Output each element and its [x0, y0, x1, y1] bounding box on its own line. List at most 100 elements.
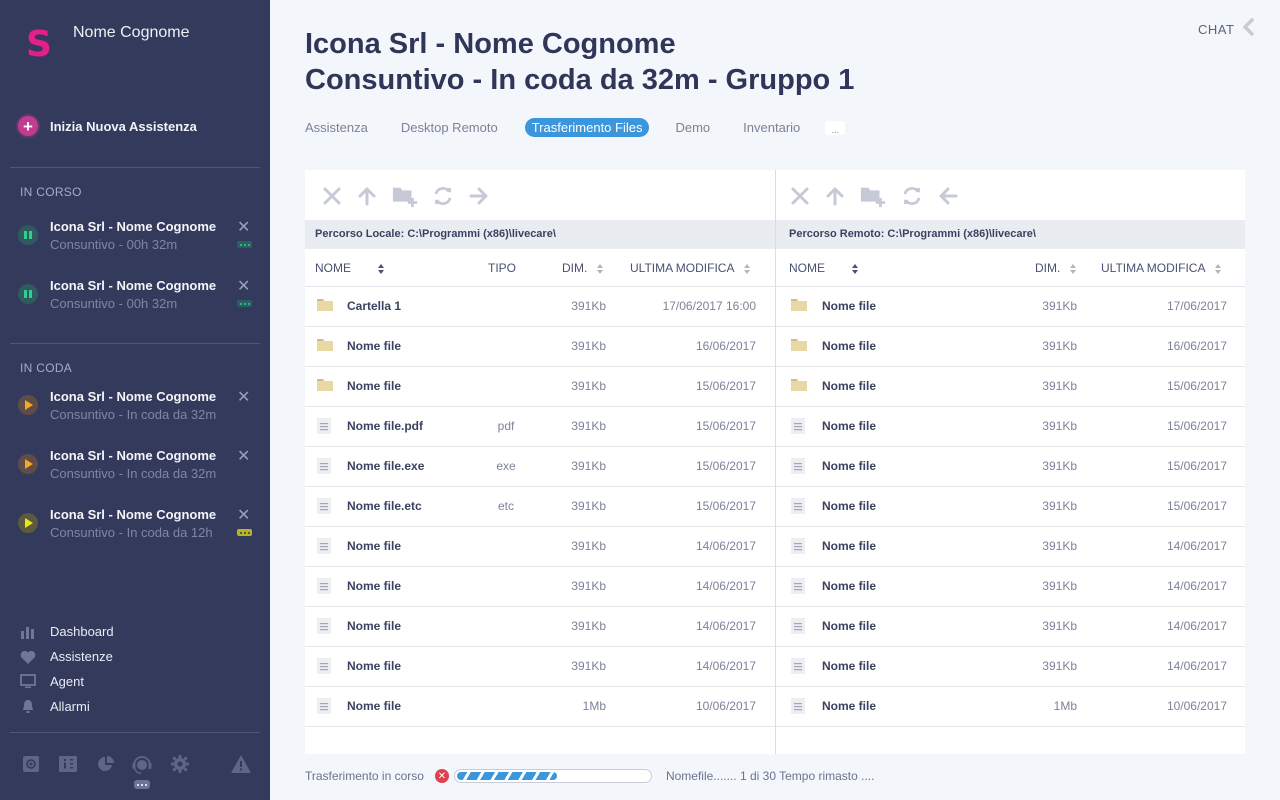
tabs-more-button[interactable]: ... [825, 120, 846, 135]
arrow-up-icon[interactable] [354, 183, 380, 209]
file-modified: 15/06/2017 [695, 379, 756, 393]
file-row[interactable]: Nome file 391Kb 15/06/2017 [776, 447, 1245, 487]
folder-row[interactable]: Nome file 391Kb 15/06/2017 [776, 367, 1245, 407]
folder-row[interactable]: Nome file 391Kb 17/06/2017 [776, 287, 1245, 327]
sort-icon [744, 263, 751, 274]
more-icon[interactable] [134, 780, 150, 789]
arrow-left-icon[interactable] [935, 183, 961, 209]
file-row[interactable]: Nome file 391Kb 14/06/2017 [776, 567, 1245, 607]
tab-assistenza[interactable]: Assistenza [305, 118, 368, 137]
sidebar-item-dashboard[interactable]: Dashboard [18, 619, 114, 644]
file-row[interactable]: Nome file 391Kb 15/06/2017 [776, 487, 1245, 527]
file-row[interactable]: Nome file 391Kb 14/06/2017 [305, 527, 775, 567]
session-item[interactable]: Icona Srl - Nome Cognome Consuntivo - 00… [18, 278, 258, 318]
more-icon[interactable] [237, 529, 252, 536]
file-row[interactable]: Nome file 391Kb 14/06/2017 [776, 607, 1245, 647]
file-row[interactable]: Nome file.exe exe 391Kb 15/06/2017 [305, 447, 775, 487]
tab-inventario[interactable]: Inventario [743, 118, 800, 137]
file-row[interactable]: Nome file 391Kb 14/06/2017 [305, 567, 775, 607]
file-modified: 14/06/2017 [695, 579, 756, 593]
file-icon [791, 658, 807, 674]
close-icon[interactable]: ✕ [237, 276, 250, 296]
file-row[interactable]: Nome file.etc etc 391Kb 15/06/2017 [305, 487, 775, 527]
tab-desktop-remoto[interactable]: Desktop Remoto [401, 118, 498, 137]
close-icon[interactable]: ✕ [237, 217, 250, 237]
play-icon[interactable] [18, 454, 38, 474]
column-header-modified[interactable]: ULTIMA MODIFICA [1101, 261, 1222, 275]
arrow-right-icon[interactable] [466, 183, 492, 209]
close-icon[interactable]: ✕ [237, 387, 250, 407]
transfer-status: Trasferimento in corso ✕ Nomefile.......… [305, 769, 874, 783]
file-row[interactable]: Nome file 391Kb 14/06/2017 [305, 647, 775, 687]
column-header-name[interactable]: NOME [315, 261, 385, 275]
close-icon[interactable]: ✕ [237, 505, 250, 525]
folder-row[interactable]: Nome file 391Kb 16/06/2017 [305, 327, 775, 367]
session-subtitle: Consuntivo - In coda da 32m [50, 407, 217, 422]
pause-icon[interactable] [18, 225, 38, 245]
file-row[interactable]: Nome file 391Kb 14/06/2017 [776, 647, 1245, 687]
file-size: 391Kb [1042, 339, 1077, 353]
heart-icon [18, 648, 38, 666]
file-size: 391Kb [1042, 579, 1077, 593]
column-header-name[interactable]: NOME [789, 261, 859, 275]
file-size: 391Kb [571, 299, 606, 313]
file-row[interactable]: Nome file 391Kb 15/06/2017 [776, 407, 1245, 447]
file-size: 391Kb [571, 579, 606, 593]
play-icon[interactable] [18, 513, 38, 533]
file-name: Nome file [822, 539, 877, 553]
tab-demo[interactable]: Demo [675, 118, 710, 137]
file-name: Nome file [822, 699, 877, 713]
file-row[interactable]: Nome file.pdf pdf 391Kb 15/06/2017 [305, 407, 775, 447]
file-icon [317, 698, 333, 714]
column-header-size[interactable]: DIM. [562, 261, 604, 275]
column-label: ULTIMA MODIFICA [630, 261, 735, 275]
sidebar-item-label: Agent [50, 674, 84, 689]
session-item[interactable]: Icona Srl - Nome Cognome Consuntivo - In… [18, 389, 258, 429]
file-icon [791, 538, 807, 554]
column-header-size[interactable]: DIM. [1035, 261, 1077, 275]
file-row[interactable]: Nome file 391Kb 14/06/2017 [305, 607, 775, 647]
gear-icon[interactable] [168, 752, 192, 776]
chat-toggle[interactable]: CHAT [1198, 18, 1255, 41]
sidebar-item-assistenze[interactable]: Assistenze [18, 644, 114, 669]
column-label: DIM. [562, 261, 588, 275]
chevron-left-icon [1242, 18, 1255, 41]
file-row[interactable]: Nome file 391Kb 14/06/2017 [776, 527, 1245, 567]
sidebar-item-agent[interactable]: Agent [18, 669, 114, 694]
refresh-icon[interactable] [899, 183, 925, 209]
new-folder-icon[interactable] [392, 183, 418, 209]
delete-icon[interactable] [319, 183, 345, 209]
pause-icon[interactable] [18, 284, 38, 304]
session-item[interactable]: Icona Srl - Nome Cognome Consuntivo - In… [18, 448, 258, 488]
column-header-modified[interactable]: ULTIMA MODIFICA [630, 261, 751, 275]
warning-icon[interactable] [229, 752, 253, 776]
folder-row[interactable]: Nome file 391Kb 16/06/2017 [776, 327, 1245, 367]
tab-trasferimento-files[interactable]: Trasferimento Files [524, 118, 650, 137]
sidebar-item-allarmi[interactable]: Allarmi [18, 694, 114, 719]
headset-icon[interactable] [130, 752, 154, 776]
file-row[interactable]: Nome file 1Mb 10/06/2017 [776, 687, 1245, 727]
arrow-up-icon[interactable] [822, 183, 848, 209]
pie-chart-icon[interactable] [94, 752, 118, 776]
address-book-icon[interactable] [19, 752, 43, 776]
session-title: Icona Srl - Nome Cognome [50, 219, 217, 234]
file-type: exe [496, 459, 516, 473]
folder-row[interactable]: Nome file 391Kb 15/06/2017 [305, 367, 775, 407]
column-header-type[interactable]: TIPO [488, 261, 516, 275]
new-assistance-button[interactable]: + Inizia Nuova Assistenza [18, 116, 197, 136]
more-icon[interactable] [237, 300, 252, 307]
info-book-icon[interactable] [56, 752, 80, 776]
file-name: Nome file [822, 419, 877, 433]
delete-icon[interactable] [787, 183, 813, 209]
session-item[interactable]: Icona Srl - Nome Cognome Consuntivo - 00… [18, 219, 258, 259]
file-row[interactable]: Nome file 1Mb 10/06/2017 [305, 687, 775, 727]
refresh-icon[interactable] [430, 183, 456, 209]
play-icon[interactable] [18, 395, 38, 415]
cancel-transfer-icon[interactable]: ✕ [434, 769, 449, 783]
session-item[interactable]: Icona Srl - Nome Cognome Consuntivo - In… [18, 507, 258, 547]
session-title: Icona Srl - Nome Cognome [50, 448, 217, 463]
more-icon[interactable] [237, 241, 252, 248]
new-folder-icon[interactable] [860, 183, 886, 209]
close-icon[interactable]: ✕ [237, 446, 250, 466]
folder-row[interactable]: Cartella 1 391Kb 17/06/2017 16:00 [305, 287, 775, 327]
